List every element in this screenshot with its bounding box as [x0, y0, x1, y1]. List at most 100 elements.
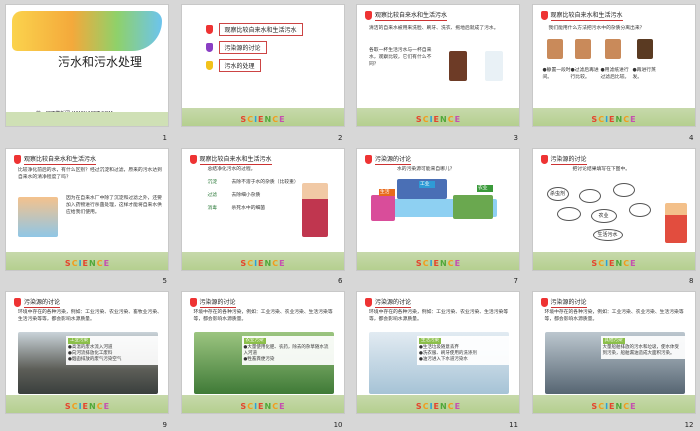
beaker-illustration [574, 39, 591, 59]
slide-thumbnail-8[interactable]: 污染源的讨论 把讨论结果填写在下图中。 杀虫剂 农业 生活污水 S C I E N C E 8 [527, 144, 700, 288]
slide-paragraph: 各取一杯生活污水与一杯自来水，观察比较，它们有什么不同？ [369, 48, 432, 67]
science-letter: I [605, 258, 609, 268]
slide-canvas: 观察比较自来水和生活污水比较净化前后的水，有什么区别？经过沉淀和过滤，原来的污水… [5, 147, 169, 271]
slide-thumbnail-10[interactable]: 污染源的讨论 环境中存在的各种污染，例如：工业污染、农业污染、生活污染等等，都会影… [176, 287, 351, 431]
slide-paragraph: 清洁的自来水被用来洗脸、刷牙、洗衣、拖地后就成了污水。 [369, 26, 499, 31]
slide-thumbnail-5[interactable]: 观察比较自来水和生活污水比较净化前后的水，有什么区别？经过沉淀和过滤，原来的污水… [0, 144, 175, 288]
science-letter: S [591, 115, 598, 124]
slide-canvas: 污染源的讨论 环境中存在的各种污染，例如：工业污染、农业污染、畜牧业污染、生活污染… [5, 291, 169, 415]
step-text: ●再进行蒸发。 [632, 68, 656, 80]
slide-canvas: 观察比较自来水和生活污水 污染源的讨论污水的处理 S C I E N C E [180, 4, 345, 127]
science-letter: C [422, 115, 429, 124]
slide-header: 观察比较自来水和生活污水 [189, 154, 272, 165]
science-letter: S [64, 258, 71, 268]
science-letter: C [247, 402, 254, 412]
science-letter: N [264, 258, 272, 268]
slide-thumbnail-6[interactable]: 观察比较自来水和生活污水 总结净化污水的过程。 沉淀 去除不溶于水的杂质（比较重） 过滤… [176, 144, 351, 288]
mindmap-node [578, 188, 601, 203]
science-letter: N [440, 402, 447, 412]
science-letter: E [609, 115, 615, 124]
slide-header: 污染源的讨论 [14, 297, 61, 309]
caption-panel: 农业污染 ●大量使用化肥、农药，除去的杂草随水流入河道 ●牲畜粪便污染 [241, 336, 334, 366]
science-letter: E [630, 258, 636, 268]
science-letter: N [615, 258, 623, 268]
step-text: ●过滤后再进行比较。 [570, 68, 599, 80]
mindmap-node [612, 182, 635, 197]
mindmap-node: 农业 [590, 208, 617, 223]
slide-number: 8 [689, 277, 694, 286]
pin-icon [205, 61, 213, 70]
slide-paragraph: 比较净化前后的水，有什么区别？经过沉淀和过滤，原来的污水达到自来水的清净程度了吗… [18, 167, 162, 180]
science-letter: N [615, 402, 623, 412]
slide-sorter-grid: 污水和污水处理第一PPT模板网-WWW.1PPT.COM 1 观察比较自来水和生活污… [0, 0, 700, 431]
slide-footer: SCIENCE [181, 395, 344, 414]
slide-header-title: 观察比较自来水和生活污水 [24, 155, 97, 165]
slide-question: 水的污染源可能来自哪儿？ [397, 166, 455, 172]
science-letter: E [433, 115, 440, 124]
science-logo: SCIENCE [591, 115, 635, 124]
science-letter: C [247, 115, 254, 124]
pin-icon [205, 25, 213, 34]
toc-item[interactable]: 污染源的讨论 [205, 41, 267, 54]
slide-canvas: 污染源的讨论 水的污染源可能来自哪儿？ 工业 农业 生活 S C I E N C E [356, 147, 520, 271]
science-letter: C [623, 115, 630, 124]
slide-thumbnail-2[interactable]: 观察比较自来水和生活污水 污染源的讨论 污水的处理 S C I E N C E 2 [176, 0, 351, 144]
pin-icon [365, 298, 372, 308]
slide-thumbnail-7[interactable]: 污染源的讨论 水的污染源可能来自哪儿？ 工业 农业 生活 S C I E N C E 7 [351, 144, 526, 288]
science-letter: S [415, 402, 422, 412]
process-description: 去除不溶于水的杂质（比较重） [231, 179, 299, 185]
clean-water-glass [485, 51, 503, 81]
science-letter: N [440, 258, 447, 268]
slide-header-title: 污染源的讨论 [375, 155, 412, 165]
slide-thumbnail-4[interactable]: 观察比较自来水和生活污水 我们能用什么方法把污水中的杂质分离出来？ ●静置一段时间。… [527, 0, 700, 144]
science-logo: SCIENCE [240, 402, 284, 411]
science-letter: S [591, 258, 598, 268]
caption-panel: 工业污染 ●高温的废水流入河道 ●向河流排放化工废料 ●烟囱排放的废气污染空气 [66, 336, 158, 366]
science-letter: E [454, 115, 461, 124]
slide-thumbnail-9[interactable]: 污染源的讨论 环境中存在的各种污染，例如：工业污染、农业污染、畜牧业污染、生活污染… [0, 287, 175, 431]
slide-thumbnail-3[interactable]: 观察比较自来水和生活污水清洁的自来水被用来洗脸、刷牙、洗衣、拖地后就成了污水。各… [351, 0, 526, 144]
step-text: ●静置一段时间。 [542, 68, 571, 80]
toc-label: 污水的处理 [218, 59, 261, 72]
slide-thumbnail-1[interactable]: 污水和污水处理第一PPT模板网-WWW.1PPT.COM 1 [0, 0, 175, 144]
caption-line: ●牲畜粪便污染 [243, 357, 275, 363]
slide-header: 污染源的讨论 [189, 297, 236, 309]
toc-item[interactable]: 观察比较自来水和生活污水 [205, 23, 303, 36]
slide-footer: SCIENCE [357, 395, 519, 414]
toc-item[interactable]: 污水的处理 [205, 59, 261, 72]
science-letter: E [82, 402, 89, 412]
slide-header-title: 观察比较自来水和生活污水 [199, 155, 272, 165]
science-letter: N [89, 402, 96, 412]
caption-panel: 生活污染 ●生活垃圾随意丢弃 ●洗衣服、刷牙使用的洗涤剂 ●油污进入下水道污染水 [417, 336, 509, 366]
slide-thumbnail-12[interactable]: 污染源的讨论 环境中存在的各种污染，例如：工业污染、农业污染、生活污染等等，都会影… [527, 287, 700, 431]
science-logo: SCIENCE [240, 115, 284, 124]
science-letter: E [82, 258, 89, 268]
source-label: 农业 [477, 184, 493, 192]
slide-thumbnail-11[interactable]: 污染源的讨论 环境中存在的各种污染，例如：工业污染、农业污染、生活污染等等，都会影… [351, 287, 526, 431]
science-logo: SCIENCE [416, 402, 460, 411]
science-letter: S [415, 115, 422, 124]
science-letter: N [264, 402, 272, 412]
science-letter: S [240, 402, 247, 412]
science-letter: C [598, 115, 605, 124]
science-letter: N [615, 115, 623, 124]
slide-number: 3 [513, 133, 518, 142]
caption-title: 工业污染 [68, 338, 90, 345]
slide-number: 9 [162, 420, 167, 429]
science-letter: C [422, 402, 429, 412]
science-letter: S [64, 402, 71, 412]
slide-canvas: 观察比较自来水和生活污水 我们能用什么方法把污水中的杂质分离出来？ ●静置一段时间。… [531, 4, 696, 127]
scientist-girl-illustration [18, 196, 58, 237]
slide-header: 观察比较自来水和生活污水 [14, 154, 97, 165]
slide-header-title: 污染源的讨论 [550, 299, 587, 309]
slide-header-title: 观察比较自来水和生活污水 [375, 12, 448, 21]
science-letter: S [240, 115, 247, 124]
science-letter: C [96, 402, 103, 412]
house-illustration [371, 194, 395, 221]
caption-line: ●大量使用化肥、农药，除去的杂草随水流入河道 [243, 345, 329, 357]
science-letter: E [454, 402, 461, 412]
science-letter: E [433, 402, 440, 412]
science-letter: C [96, 258, 103, 268]
slide-canvas: 污染源的讨论 把讨论结果填写在下图中。 杀虫剂 农业 生活污水 S C I E N C E [531, 147, 696, 271]
science-logo: SCIENCE [240, 259, 284, 268]
